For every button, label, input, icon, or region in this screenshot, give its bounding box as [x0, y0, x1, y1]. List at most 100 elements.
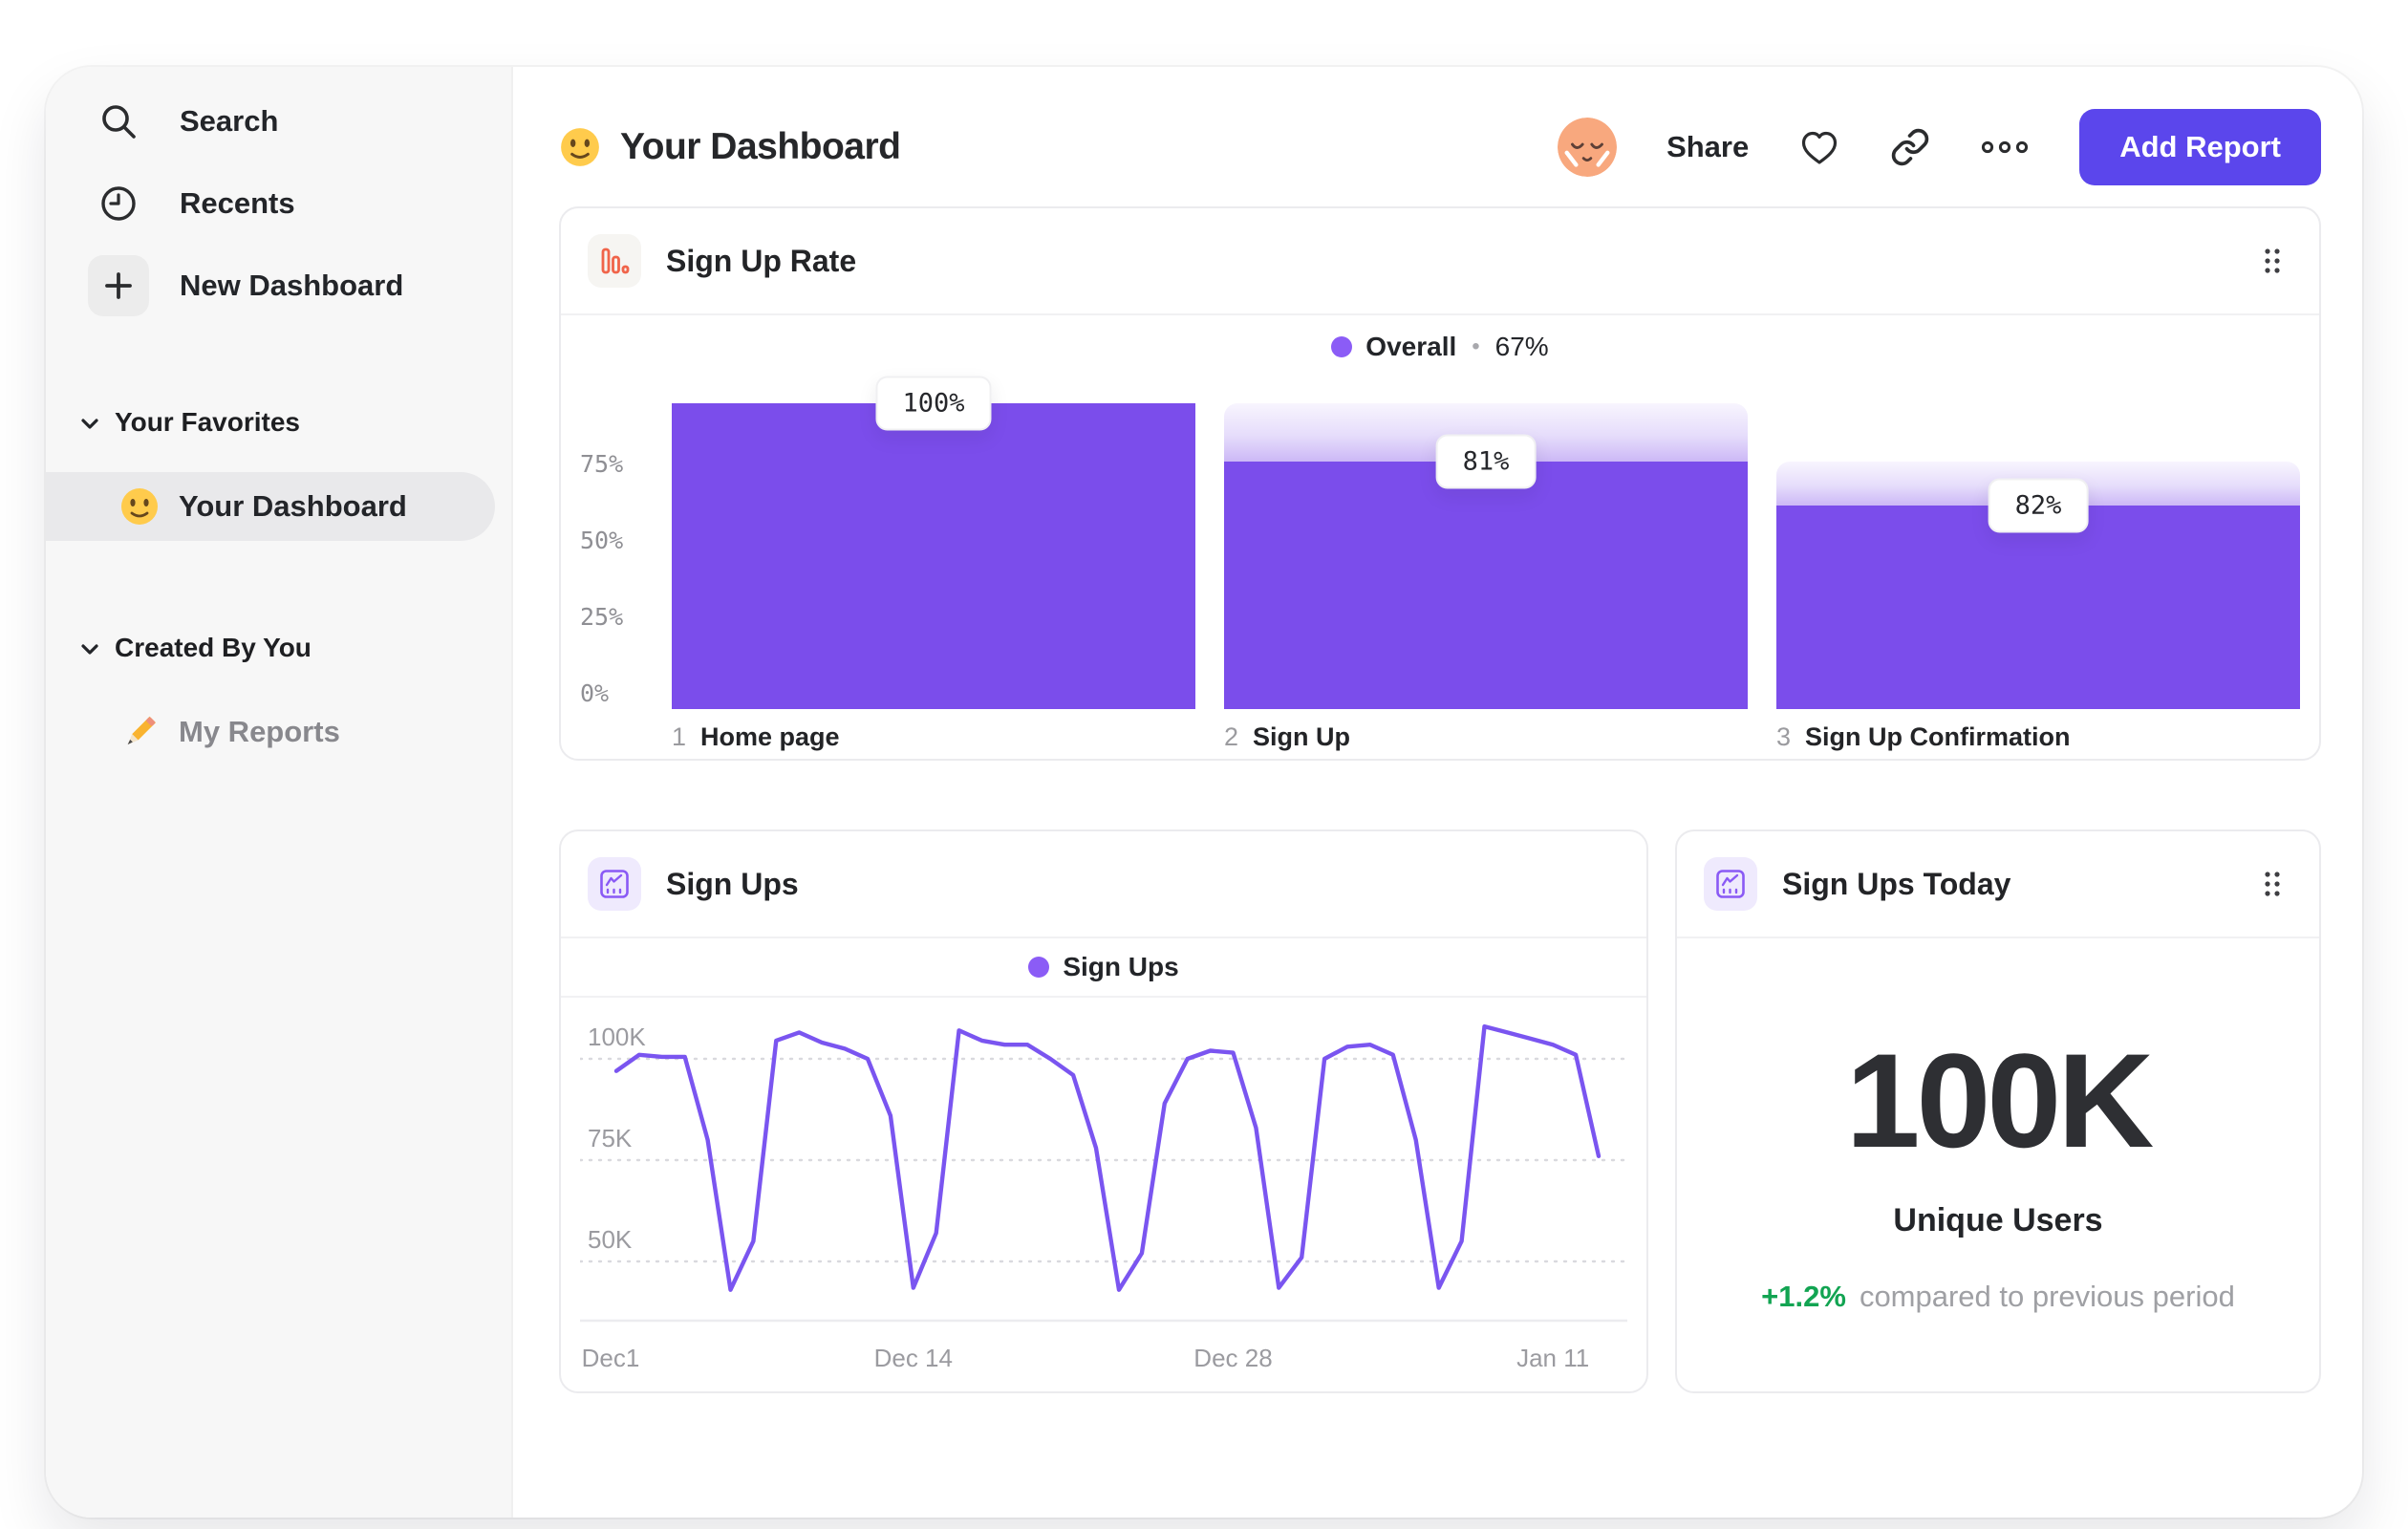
- funnel-y-tick: 25%: [580, 603, 624, 631]
- ellipsis-icon[interactable]: [1980, 140, 2030, 155]
- funnel-y-tick: 0%: [580, 679, 610, 707]
- sidebar-section-favorites: Your Favorites Your Dashboard: [46, 407, 511, 541]
- line-chart[interactable]: 100K 75K 50K: [561, 998, 1646, 1330]
- relieved-face-avatar[interactable]: [1558, 118, 1618, 177]
- legend-label: Overall: [1365, 332, 1457, 361]
- sidebar-item-new-dashboard[interactable]: New Dashboard: [46, 245, 511, 327]
- sidebar-item-label: My Reports: [179, 715, 340, 748]
- funnel-step-label: 1 Home page: [672, 722, 1195, 752]
- line-y-tick: 75K: [588, 1124, 633, 1152]
- kpi-label: Unique Users: [1893, 1202, 2103, 1238]
- sidebar-item-search[interactable]: Search: [46, 80, 511, 162]
- slightly-smiling-face-emoji: [559, 126, 601, 168]
- sign-ups-card-header: Sign Ups: [561, 831, 1646, 938]
- main-content: Your Dashboard Share Add Report Sign Up …: [513, 67, 2362, 1518]
- funnel-step-label: 3 Sign Up Confirmation: [1776, 722, 2300, 752]
- line-x-axis: Dec1 Dec 14 Dec 28 Jan 11: [580, 1330, 1627, 1384]
- line-y-tick: 100K: [588, 1023, 646, 1051]
- line-chart-icon: [1704, 857, 1757, 911]
- funnel-value-tooltip: 82%: [1988, 478, 2089, 533]
- funnel-value-tooltip: 100%: [875, 376, 992, 431]
- funnel-bar: [672, 403, 1195, 709]
- legend-dot: [1331, 336, 1353, 357]
- sign-ups-today-card-header: Sign Ups Today: [1677, 831, 2319, 938]
- card-title: Sign Ups Today: [1782, 866, 2011, 901]
- share-button[interactable]: Share: [1666, 130, 1749, 164]
- header-actions: Share Add Report: [1558, 109, 2321, 185]
- funnel-bar: [1224, 461, 1748, 709]
- section-title: Created By You: [115, 633, 312, 662]
- search-icon: [88, 91, 149, 152]
- chevron-down-icon: [80, 407, 99, 438]
- funnel-step-sign-up-confirmation[interactable]: 82% 3 Sign Up Confirmation: [1776, 403, 2300, 752]
- kpi-delta: +1.2% compared to previous period: [1761, 1280, 2235, 1314]
- funnel-bar: [1776, 506, 2300, 709]
- page-title: Your Dashboard: [559, 126, 901, 168]
- sign-ups-today-card: Sign Ups Today 100K Unique Users +1.2% c…: [1675, 829, 2321, 1393]
- step-index: 1: [672, 722, 687, 751]
- kpi-delta-text: compared to previous period: [1859, 1280, 2235, 1313]
- step-name: Sign Up: [1253, 722, 1351, 751]
- sign-up-rate-card-header: Sign Up Rate: [561, 208, 2319, 315]
- drag-handle-icon[interactable]: [2252, 862, 2292, 906]
- kpi-delta-value: +1.2%: [1761, 1280, 1846, 1313]
- step-name: Sign Up Confirmation: [1805, 722, 2071, 751]
- slightly-smiling-face-emoji: [119, 486, 160, 527]
- funnel-step-home-page[interactable]: 100% 1 Home page: [672, 376, 1195, 752]
- sign-ups-card: Sign Ups Sign Ups 100K 75K 50K Dec1 Dec 14 D…: [559, 829, 1648, 1393]
- pencil-emoji: [119, 712, 160, 752]
- sidebar-item-label: Your Dashboard: [179, 489, 407, 523]
- line-chart-icon: [588, 857, 641, 911]
- legend-separator: •: [1472, 334, 1480, 359]
- legend-dot: [1028, 957, 1050, 978]
- sidebar-item-label: Search: [180, 104, 279, 138]
- add-report-button[interactable]: Add Report: [2079, 109, 2321, 185]
- link-icon[interactable]: [1890, 127, 1930, 167]
- step-index: 2: [1224, 722, 1239, 751]
- funnel-step-label: 2 Sign Up: [1224, 722, 1748, 752]
- page-title-text: Your Dashboard: [620, 126, 901, 167]
- line-legend[interactable]: Sign Ups: [561, 938, 1646, 998]
- funnel-y-tick: 75%: [580, 450, 624, 478]
- section-title: Your Favorites: [115, 407, 300, 437]
- funnel-chart: 75% 50% 25% 0% 100% 1 Home page 81% 2 Si…: [561, 376, 2319, 752]
- sign-up-rate-card: Sign Up Rate Overall • 67% 75% 50% 25% 0% 1…: [559, 206, 2321, 761]
- created-by-you-section-header[interactable]: Created By You: [46, 633, 511, 663]
- legend-label: Sign Ups: [1063, 952, 1179, 981]
- drag-handle-icon[interactable]: [2252, 239, 2292, 283]
- line-x-tick: Jan 11: [1516, 1344, 1590, 1372]
- line-x-tick: Dec 28: [1193, 1344, 1273, 1372]
- favorites-section-header[interactable]: Your Favorites: [46, 407, 511, 438]
- bottom-row: Sign Ups Sign Ups 100K 75K 50K Dec1 Dec 14 D…: [559, 829, 2321, 1393]
- funnel-step-sign-up[interactable]: 81% 2 Sign Up: [1224, 403, 1748, 752]
- sidebar-item-your-dashboard[interactable]: Your Dashboard: [46, 472, 495, 541]
- plus-icon: [88, 255, 149, 316]
- funnel-legend[interactable]: Overall • 67%: [561, 321, 2319, 373]
- card-title: Sign Ups: [666, 866, 799, 901]
- kpi-body: 100K Unique Users +1.2% compared to prev…: [1677, 938, 2319, 1314]
- heart-icon[interactable]: [1798, 127, 1840, 167]
- card-title: Sign Up Rate: [666, 243, 857, 278]
- sidebar: Search Recents New Dashboard Your Favori…: [46, 67, 513, 1518]
- funnel-value-tooltip: 81%: [1435, 434, 1537, 489]
- step-index: 3: [1776, 722, 1792, 751]
- line-x-tick: Dec1: [581, 1344, 640, 1372]
- kpi-value: 100K: [1845, 1025, 2155, 1175]
- sidebar-item-label: Recents: [180, 186, 295, 220]
- sidebar-item-recents[interactable]: Recents: [46, 162, 511, 245]
- clock-icon: [88, 173, 149, 234]
- sidebar-item-my-reports[interactable]: My Reports: [46, 698, 495, 766]
- chevron-down-icon: [80, 633, 99, 663]
- step-name: Home page: [700, 722, 840, 751]
- bar-chart-icon: [588, 234, 641, 288]
- line-x-tick: Dec 14: [873, 1344, 953, 1372]
- funnel-y-axis: 75% 50% 25% 0%: [580, 403, 643, 709]
- sidebar-section-created-by-you: Created By You My Reports: [46, 633, 511, 766]
- legend-value: 67%: [1494, 332, 1549, 361]
- funnel-y-tick: 50%: [580, 527, 624, 554]
- sign-ups-line: [613, 1023, 1602, 1292]
- app-window: Search Recents New Dashboard Your Favori…: [46, 67, 2362, 1518]
- sidebar-item-label: New Dashboard: [180, 269, 404, 302]
- line-y-tick: 50K: [588, 1225, 633, 1254]
- dashboard-header: Your Dashboard Share Add Report: [559, 101, 2321, 193]
